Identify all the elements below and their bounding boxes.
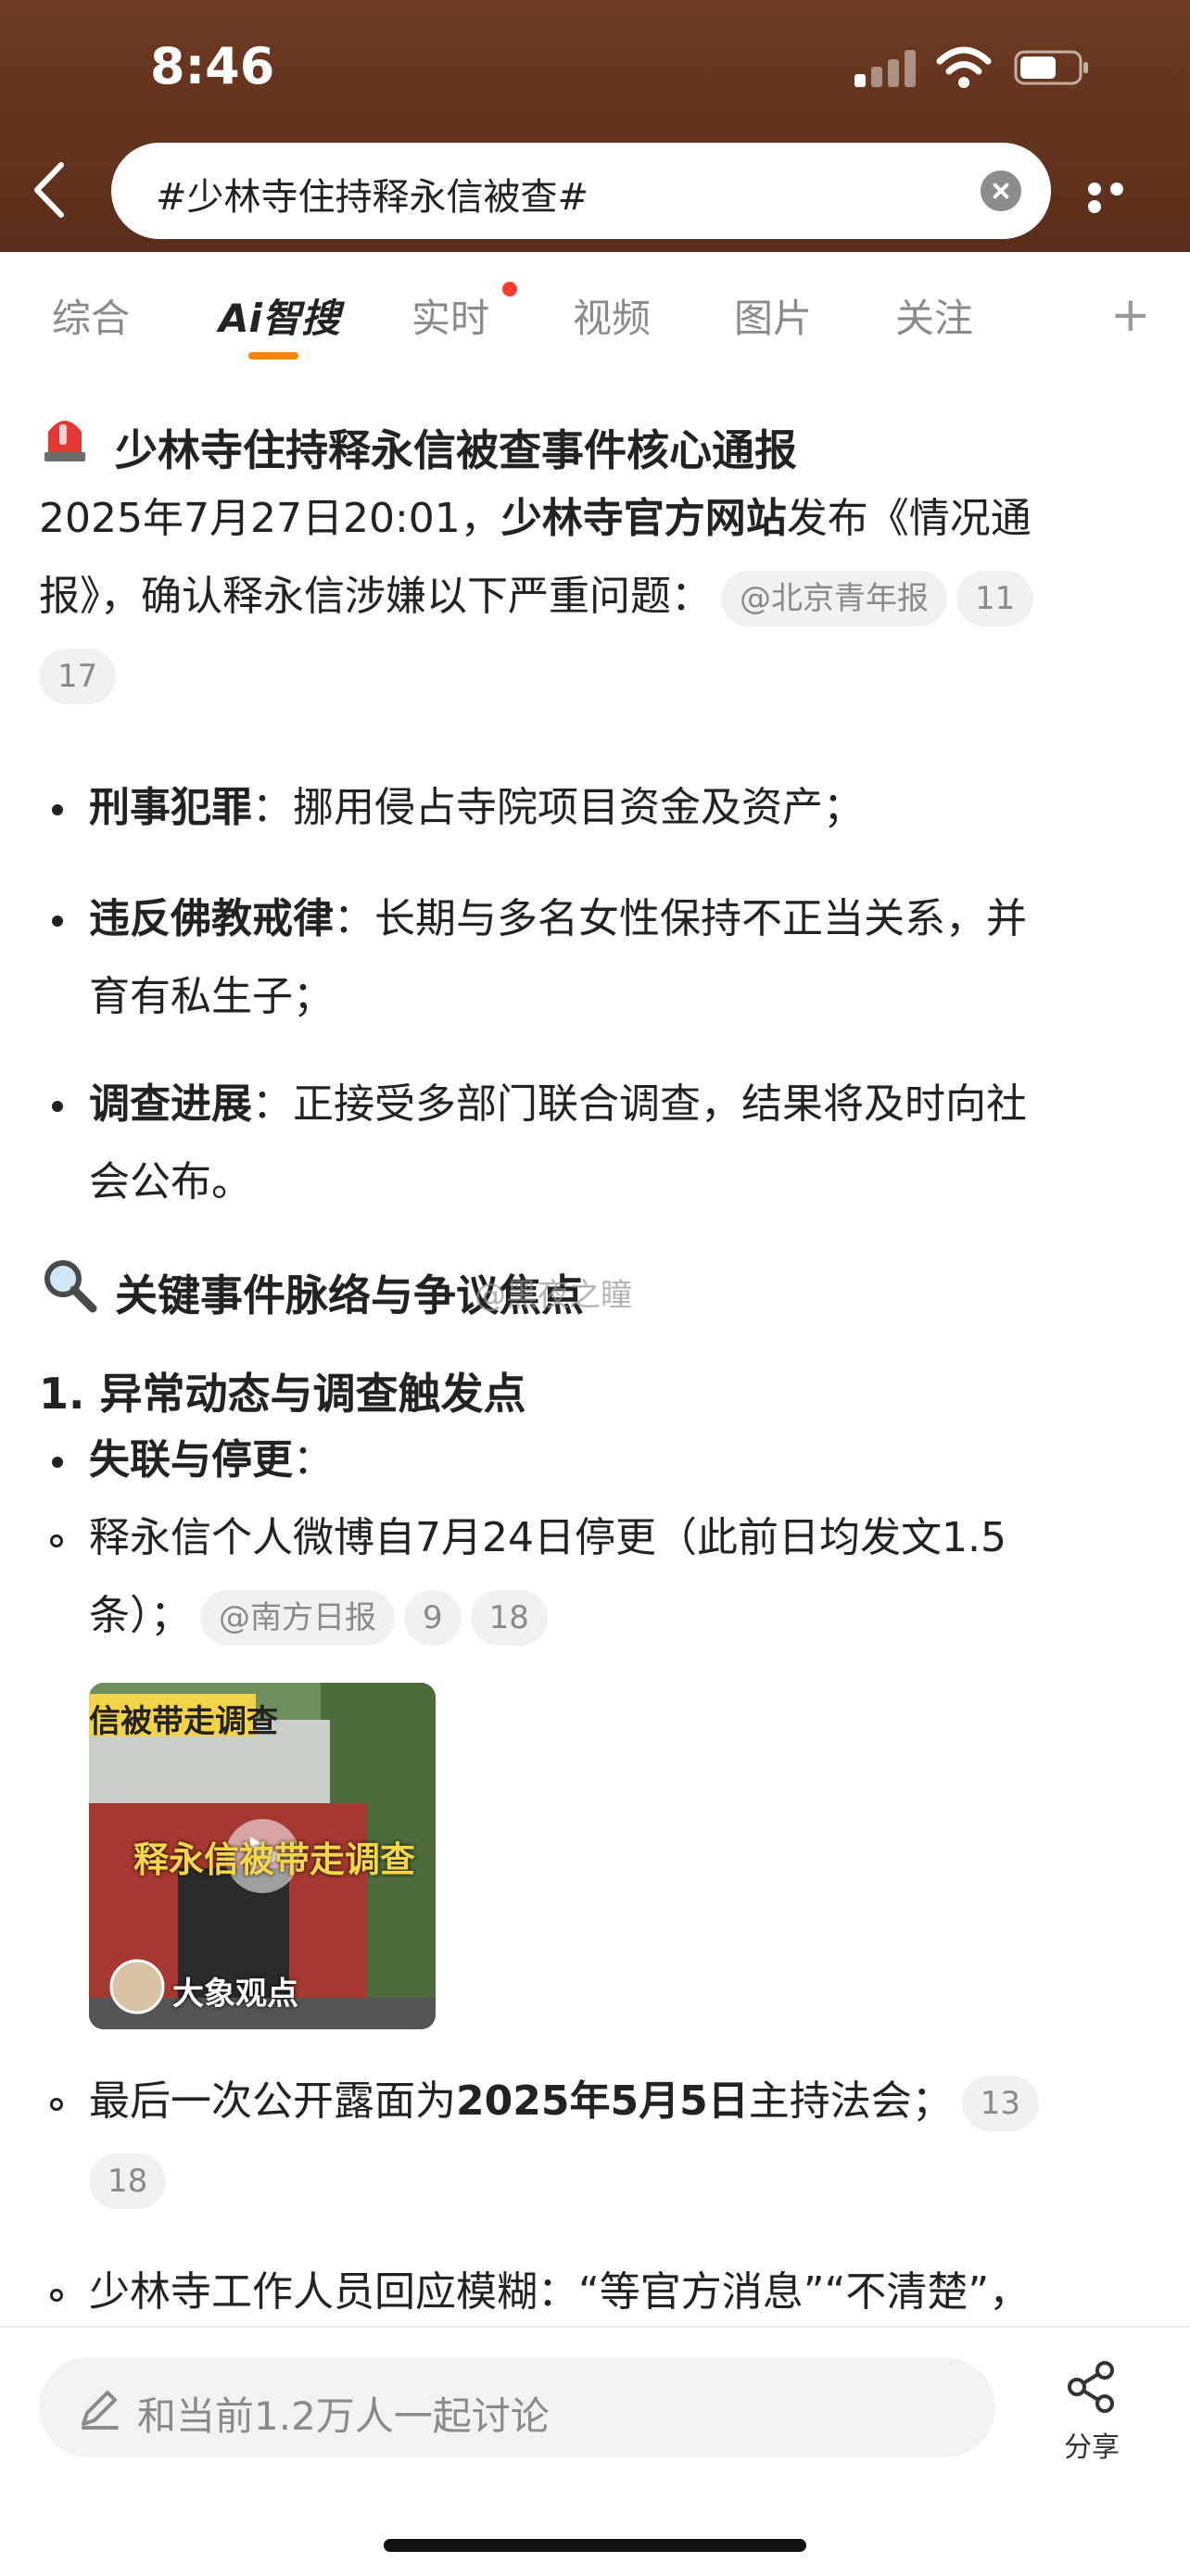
top-bar: 8:46 #少林寺住持释永信被查# bbox=[0, 0, 1190, 252]
bullet-text: ：长期与多名女性保持不正当关系，并 bbox=[334, 895, 1027, 942]
wifi-icon bbox=[936, 46, 992, 88]
bullet-title: 调查进展 bbox=[89, 1080, 252, 1128]
video-banner-text: 信被带走调查 bbox=[89, 1703, 278, 1740]
sub-heading: 1. 异常动态与调查触发点 bbox=[39, 1369, 526, 1419]
circle-bullet bbox=[50, 1534, 63, 1547]
intro-text-3: 报》，确认释永信涉嫌以下严重问题： bbox=[39, 573, 712, 620]
source-chip[interactable]: @北京青年报 bbox=[721, 571, 947, 626]
bullet-item-3: 调查进展：正接受多部门联合调查，结果将及时向社 bbox=[89, 1066, 1027, 1143]
sub-bullet-title: 失联与停更 bbox=[89, 1436, 293, 1484]
sub-bullet-colon: ： bbox=[293, 1436, 334, 1484]
share-icon[interactable] bbox=[1064, 2359, 1120, 2415]
sub-item-bold-date: 2025年5月5日 bbox=[456, 2077, 749, 2125]
bullet-dot bbox=[52, 1101, 63, 1112]
status-time: 8:46 bbox=[150, 37, 275, 95]
notification-dot bbox=[502, 282, 517, 297]
bullet-item-2: 违反佛教戒律：长期与多名女性保持不正当关系，并 bbox=[89, 880, 1027, 958]
bullet-title: 违反佛教戒律 bbox=[89, 895, 334, 942]
sub-item-text-2: 主持法会； bbox=[748, 2077, 953, 2125]
tab-images[interactable]: 图片 bbox=[734, 287, 812, 344]
reference-chip[interactable]: 18 bbox=[470, 1590, 548, 1646]
circle-bullet bbox=[50, 2289, 63, 2302]
video-thumbnail[interactable]: 信被带走调查 释永信被带走调查 大象观点 bbox=[89, 1683, 436, 2029]
share-label[interactable]: 分享 bbox=[1064, 2424, 1120, 2465]
bullet-item-3-cont: 会公布。 bbox=[89, 1158, 252, 1206]
home-indicator[interactable] bbox=[384, 2539, 806, 2552]
sub-item-2-line-1: 最后一次公开露面为2025年5月5日主持法会； 13 bbox=[89, 2063, 1039, 2140]
video-author: 大象观点 bbox=[172, 1976, 298, 2013]
discussion-input[interactable]: 和当前1.2万人一起讨论 bbox=[39, 2357, 995, 2457]
tab-follow[interactable]: 关注 bbox=[895, 287, 973, 344]
back-icon[interactable] bbox=[26, 158, 72, 222]
bottom-bar: 和当前1.2万人一起讨论 分享 bbox=[0, 2326, 1190, 2576]
intro-line-1: 2025年7月27日20:01，少林寺官方网站发布《情况通 bbox=[39, 480, 1151, 558]
discussion-placeholder: 和当前1.2万人一起讨论 bbox=[137, 2393, 550, 2439]
more-options-icon[interactable] bbox=[1088, 182, 1153, 213]
sub-item-1-line-2: 条）； @南方日报 9 18 bbox=[89, 1577, 548, 1655]
source-chip[interactable]: @南方日报 bbox=[200, 1590, 395, 1646]
intro-text-2: 发布《情况通 bbox=[786, 495, 1032, 542]
section-title-core-report: 少林寺住持释永信被查事件核心通报 bbox=[115, 425, 797, 475]
sub-item-text: 最后一次公开露面为 bbox=[89, 2077, 456, 2125]
magnifier-icon bbox=[44, 1260, 97, 1313]
intro-text: 2025年7月27日20:01， bbox=[39, 495, 501, 542]
watermark-text: @黑夜之瞳 bbox=[475, 1277, 632, 1314]
circle-bullet bbox=[50, 2098, 63, 2111]
video-title-text: 释永信被带走调查 bbox=[133, 1839, 416, 1880]
reference-chip[interactable]: 13 bbox=[961, 2076, 1039, 2131]
tab-bar: 综合 Ai智搜 实时 视频 图片 关注 + bbox=[0, 252, 1190, 361]
reference-chip[interactable]: 17 bbox=[39, 649, 117, 704]
bullet-item-2-cont: 育有私生子； bbox=[89, 973, 334, 1020]
reference-chip[interactable]: 11 bbox=[956, 571, 1034, 626]
clear-icon[interactable] bbox=[981, 170, 1021, 211]
intro-line-3: 17 bbox=[39, 636, 117, 713]
sub-item-text: 条）； bbox=[89, 1592, 191, 1639]
tab-comprehensive[interactable]: 综合 bbox=[52, 287, 130, 344]
bullet-dot bbox=[52, 915, 63, 927]
bullet-dot bbox=[52, 1457, 63, 1468]
pencil-icon bbox=[82, 2391, 119, 2430]
bullet-title: 刑事犯罪 bbox=[89, 784, 252, 831]
tab-ai-search[interactable]: Ai智搜 bbox=[219, 287, 340, 344]
intro-line-2: 报》，确认释永信涉嫌以下严重问题： @北京青年报 11 bbox=[39, 558, 1151, 636]
cellular-signal-icon bbox=[855, 48, 919, 87]
battery-icon bbox=[1014, 50, 1088, 85]
add-tab-icon[interactable]: + bbox=[1110, 287, 1151, 343]
siren-icon bbox=[44, 421, 85, 461]
reference-chip[interactable]: 9 bbox=[404, 1590, 462, 1646]
sub-item-2-line-2: 18 bbox=[89, 2140, 167, 2218]
sub-bullet: 失联与停更： bbox=[89, 1421, 334, 1499]
search-bar[interactable]: #少林寺住持释永信被查# bbox=[111, 143, 1051, 239]
search-input[interactable]: #少林寺住持释永信被查# bbox=[156, 167, 589, 221]
sub-item-1-line-1: 释永信个人微博自7月24日停更（此前日均发文1.5 bbox=[89, 1514, 1006, 1561]
reference-chip[interactable]: 18 bbox=[89, 2153, 167, 2209]
bullet-text: ：挪用侵占寺院项目资金及资产； bbox=[252, 784, 864, 831]
bullet-text: ：正接受多部门联合调查，结果将及时向社 bbox=[252, 1080, 1027, 1128]
sub-item-3-line-1: 少林寺工作人员回应模糊：“等官方消息”“不清楚”， bbox=[89, 2268, 1031, 2316]
tab-realtime[interactable]: 实时 bbox=[411, 287, 489, 344]
tab-video[interactable]: 视频 bbox=[573, 287, 651, 344]
intro-bold-text: 少林寺官方网站 bbox=[500, 495, 787, 542]
active-tab-indicator bbox=[248, 352, 298, 360]
bullet-item-1: 刑事犯罪：挪用侵占寺院项目资金及资产； bbox=[89, 769, 864, 847]
bullet-dot bbox=[52, 804, 63, 815]
